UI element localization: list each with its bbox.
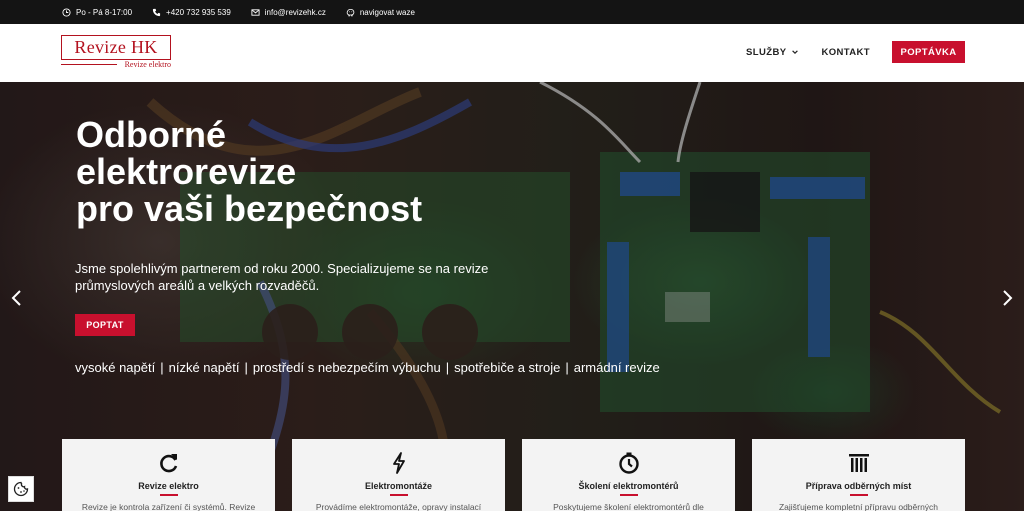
slider-prev-button[interactable] xyxy=(8,287,26,309)
poptat-button[interactable]: POPTAT xyxy=(75,314,135,336)
card-title: Školení elektromontérů xyxy=(578,481,679,491)
service-card-revize[interactable]: Revize elektro Revize je kontrola zaříze… xyxy=(62,439,275,511)
card-description: Provádíme elektromontáže, opravy instala… xyxy=(315,502,482,511)
logo[interactable]: Revize HK Revize elektro xyxy=(61,35,171,69)
hero-tags: vysoké napětí | nízké napětí | prostředí s… xyxy=(75,360,660,375)
nav-item-kontakt[interactable]: KONTAKT xyxy=(821,47,870,58)
logo-divider xyxy=(61,64,117,65)
tag-item: prostředí s nebezpečím výbuchu xyxy=(252,360,441,375)
chevron-down-icon xyxy=(792,50,799,55)
tag-item: nízké napětí xyxy=(168,360,240,375)
phone-icon xyxy=(152,8,161,16)
tag-separator: | xyxy=(160,360,164,375)
card-description: Poskytujeme školení elektromontérů dle xyxy=(553,502,704,511)
mail-icon xyxy=(251,8,260,16)
waze-link[interactable]: navigovat waze xyxy=(346,8,415,17)
tag-separator: | xyxy=(244,360,248,375)
pillars-icon xyxy=(849,454,869,472)
top-info-bar: Po - Pá 8-17:00 +420 732 935 539 info@re… xyxy=(0,0,1024,24)
card-description: Revize je kontrola zařízení či systémů. … xyxy=(81,502,256,511)
tag-item: spotřebiče a stroje xyxy=(454,360,561,375)
waze-text: navigovat waze xyxy=(359,7,415,17)
service-card-odberna-mista[interactable]: Příprava odběrných míst Zajišťujeme komp… xyxy=(752,439,965,511)
tag-item: armádní revize xyxy=(573,360,660,375)
phone-link[interactable]: +420 732 935 539 xyxy=(152,8,231,17)
nav-item-label: SLUŽBY xyxy=(746,46,787,58)
site-header: Revize HK Revize elektro SLUŽBY KONTAKT … xyxy=(0,24,1024,82)
card-underline xyxy=(390,494,408,496)
card-underline xyxy=(160,494,178,496)
chevron-left-icon xyxy=(11,290,21,306)
tag-separator: | xyxy=(565,360,569,375)
clock-icon xyxy=(619,452,639,474)
slider-next-button[interactable] xyxy=(998,287,1016,309)
logo-title: Revize HK xyxy=(74,37,158,57)
hero-title-line: pro vaši bezpečnost xyxy=(76,188,423,229)
card-title: Revize elektro xyxy=(138,481,199,491)
logo-frame: Revize HK xyxy=(61,35,171,60)
service-card-skoleni[interactable]: Školení elektromontérů Poskytujeme škole… xyxy=(522,439,735,511)
card-title: Elektromontáže xyxy=(364,481,433,491)
hours-text: Po - Pá 8-17:00 xyxy=(76,7,133,17)
lightning-icon xyxy=(393,452,405,474)
tag-separator: | xyxy=(445,360,450,375)
cookie-settings-button[interactable] xyxy=(8,476,34,502)
nav-item-sluzby[interactable]: SLUŽBY xyxy=(746,47,799,58)
hours-info: Po - Pá 8-17:00 xyxy=(62,8,132,17)
card-underline xyxy=(620,494,638,496)
email-text: info@revizehk.cz xyxy=(264,7,326,17)
tag-item: vysoké napětí xyxy=(75,360,156,375)
card-title: Příprava odběrných míst xyxy=(805,481,912,491)
clock-icon xyxy=(62,7,71,17)
card-underline xyxy=(850,494,868,496)
poptavka-button[interactable]: POPTÁVKA xyxy=(892,41,965,63)
logo-subtitle: Revize elektro xyxy=(124,60,171,69)
hero-description: Jsme spolehlivým partnerem od roku 2000.… xyxy=(75,261,489,293)
phone-text: +420 732 935 539 xyxy=(166,7,231,17)
service-card-elektromontaze[interactable]: Elektromontáže Provádíme elektromontáže,… xyxy=(292,439,505,511)
hero-title: Odborné elektrorevize pro vaši bezpečnos… xyxy=(76,116,536,227)
hero-title-line: Odborné xyxy=(76,114,226,155)
email-link[interactable]: info@revizehk.cz xyxy=(251,8,326,17)
main-nav: SLUŽBY KONTAKT POPTÁVKA xyxy=(746,41,965,63)
cookie-icon xyxy=(13,481,29,497)
nav-item-label: KONTAKT xyxy=(821,46,870,58)
card-description: Zajišťujeme kompletní přípravu odběrných xyxy=(778,502,939,511)
refresh-icon xyxy=(160,454,178,473)
hero-title-line: elektrorevize xyxy=(76,151,297,192)
waze-icon xyxy=(346,8,355,16)
chevron-right-icon xyxy=(1003,290,1013,306)
